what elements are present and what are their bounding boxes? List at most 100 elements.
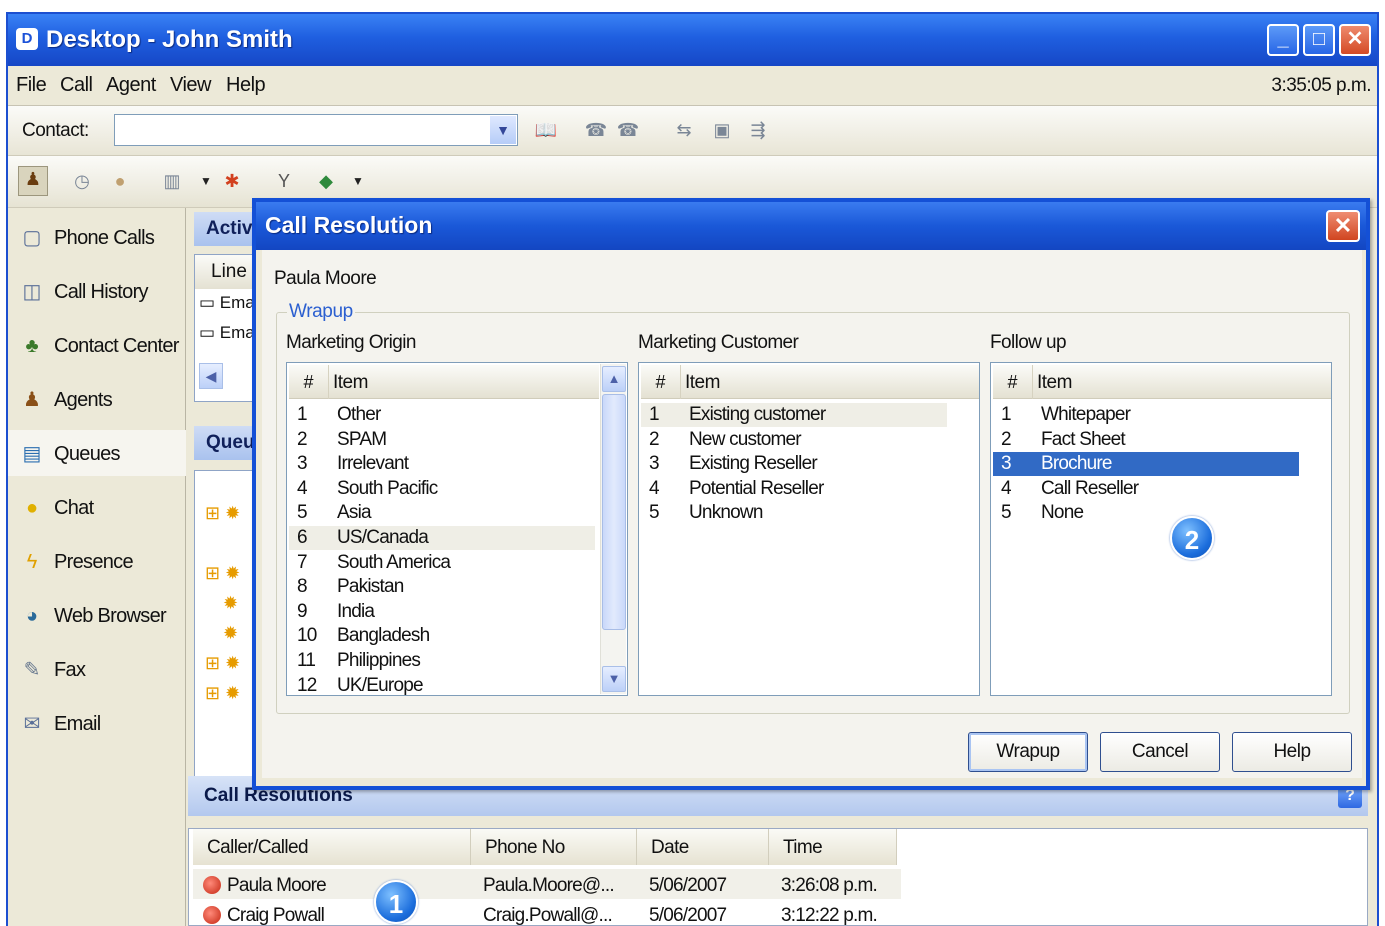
sidebar-item-presence[interactable]: ϟ Presence — [8, 538, 186, 584]
column-header-number[interactable]: # — [641, 365, 681, 399]
vertical-scrollbar[interactable]: ▲ ▼ — [600, 364, 626, 694]
item-label: Asia — [337, 502, 372, 524]
list-item[interactable]: 5 Asia — [289, 501, 595, 525]
list-item[interactable]: 3 Brochure — [993, 452, 1299, 477]
layout-icon[interactable]: ▥ — [160, 169, 184, 193]
tree-node[interactable]: ✹ — [223, 623, 238, 644]
queue-action-icon[interactable]: ◆ — [314, 169, 338, 193]
column-header-date[interactable]: Date — [637, 829, 769, 865]
dialog-close-button[interactable]: ✕ — [1326, 210, 1360, 242]
close-button[interactable]: ✕ — [1339, 24, 1371, 56]
column-header-item[interactable]: Item — [333, 372, 368, 394]
list-item[interactable]: ▭ Ema — [199, 323, 255, 343]
item-label: Existing Reseller — [689, 453, 818, 475]
sidebar-item-queues[interactable]: ▤ Queues — [8, 430, 186, 476]
chevron-down-icon[interactable]: ▼ — [490, 116, 516, 144]
list-item[interactable]: 8 Pakistan — [289, 575, 595, 599]
list-item[interactable]: 10 Bangladesh — [289, 624, 595, 648]
wrapup-button[interactable]: Wrapup — [968, 732, 1088, 772]
scroll-up-arrow[interactable]: ▲ — [602, 366, 626, 392]
list-header: # Item — [289, 365, 599, 399]
help-button[interactable]: Help — [1232, 732, 1352, 772]
list-item[interactable]: 11 Philippines — [289, 649, 595, 673]
transfer-icon[interactable]: ⇆ — [672, 118, 696, 142]
menu-file[interactable]: File — [16, 74, 47, 97]
hold-icon[interactable]: ▣ — [710, 118, 734, 142]
clock-icon[interactable]: ◷ — [70, 169, 94, 193]
follow-up-list[interactable]: # Item 1 Whitepaper 2 Fact Sheet 3 Brochure 4 C… — [990, 362, 1332, 696]
item-label: South Pacific — [337, 477, 438, 499]
column-header-item[interactable]: Item — [685, 372, 720, 394]
chevron-down-icon[interactable]: ▼ — [346, 169, 370, 193]
sidebar-item-label: Agents — [54, 389, 113, 411]
item-number: 3 — [297, 453, 308, 475]
item-number: 3 — [649, 453, 660, 475]
sidebar-item-fax[interactable]: ✎ Fax — [8, 646, 186, 692]
list-item[interactable]: 2 SPAM — [289, 428, 595, 452]
filter-icon[interactable]: Y — [272, 169, 296, 193]
tree-node[interactable]: ⊞ ✹ — [205, 503, 240, 524]
sidebar-item-email[interactable]: ✉ Email — [8, 700, 186, 746]
sidebar-item-agents[interactable]: ♟ Agents — [8, 376, 186, 422]
sidebar-item-contact-center[interactable]: ♣ Contact Center — [8, 322, 186, 368]
scroll-left-arrow[interactable]: ◀ — [199, 363, 223, 389]
conference-icon[interactable]: ⇶ — [746, 118, 770, 142]
scroll-down-arrow[interactable]: ▼ — [602, 666, 626, 692]
list-item[interactable]: 6 US/Canada — [289, 526, 595, 550]
dial-icon[interactable]: ☎ — [584, 118, 608, 142]
maximize-button[interactable]: □ — [1303, 24, 1335, 56]
list-item[interactable]: 4 Potential Reseller — [641, 477, 947, 501]
list-item[interactable]: 7 South America — [289, 551, 595, 575]
sidebar-item-phone-calls[interactable]: ▢ Phone Calls — [8, 214, 186, 260]
list-item[interactable]: 3 Irrelevant — [289, 452, 595, 476]
sidebar-item-chat[interactable]: ● Chat — [8, 484, 186, 530]
marketing-origin-list[interactable]: # Item ▲ ▼ 1 Other 2 SPAM 3 Irrelevant 4 South … — [286, 362, 628, 696]
list-item[interactable]: 3 Existing Reseller — [641, 452, 947, 476]
menu-call[interactable]: Call — [60, 74, 93, 97]
sidebar-item-call-history[interactable]: ◫ Call History — [8, 268, 186, 314]
list-item[interactable]: 1 Existing customer — [641, 403, 947, 427]
column-header-time[interactable]: Time — [769, 829, 897, 865]
list-item[interactable]: 9 India — [289, 600, 595, 624]
dialog-title-bar[interactable]: Call Resolution ✕ — [256, 202, 1366, 250]
window-title-bar[interactable]: D Desktop - John Smith _ □ ✕ — [8, 14, 1377, 66]
tree-node[interactable]: ⊞ ✹ — [205, 683, 240, 704]
list-item[interactable]: 12 UK/Europe — [289, 674, 595, 695]
list-item[interactable]: 1 Whitepaper — [993, 403, 1299, 427]
address-book-icon[interactable]: 📖 — [534, 118, 558, 142]
column-header-caller[interactable]: Caller/Called — [193, 829, 471, 865]
list-item[interactable]: 5 Unknown — [641, 501, 947, 525]
menu-help[interactable]: Help — [226, 74, 266, 97]
list-item[interactable]: 2 New customer — [641, 428, 947, 452]
list-item[interactable]: 2 Fact Sheet — [993, 428, 1299, 452]
sidebar-item-web-browser[interactable]: ◕ Web Browser — [8, 592, 186, 638]
list-item[interactable]: 1 Other — [289, 403, 595, 427]
column-header-number[interactable]: # — [993, 365, 1033, 399]
chevron-down-icon[interactable]: ▼ — [194, 169, 218, 193]
clock: 3:35:05 p.m. — [1271, 75, 1371, 96]
column-header-phone[interactable]: Phone No — [471, 829, 637, 865]
tree-node[interactable]: ⊞ ✹ — [205, 653, 240, 674]
menu-view[interactable]: View — [170, 74, 212, 97]
marketing-customer-list[interactable]: # Item 1 Existing customer 2 New customer 3 E… — [638, 362, 980, 696]
call-resolutions-table[interactable]: Caller/Called Phone No Date Time Paula M… — [188, 828, 1368, 926]
break-icon[interactable]: ● — [108, 169, 132, 193]
item-number: 4 — [297, 477, 308, 499]
cancel-button[interactable]: Cancel — [1100, 732, 1220, 772]
contact-combo[interactable]: ▼ — [114, 114, 518, 146]
hangup-icon[interactable]: ☎ — [616, 118, 640, 142]
list-item[interactable]: ▭ Ema — [199, 293, 255, 313]
call-icon[interactable]: ✱ — [220, 169, 244, 193]
tree-node[interactable]: ✹ — [223, 593, 238, 614]
list-item[interactable]: 5 None — [993, 501, 1299, 525]
column-header-item[interactable]: Item — [1037, 372, 1072, 394]
minimize-button[interactable]: _ — [1267, 24, 1299, 56]
column-header-number[interactable]: # — [289, 365, 329, 399]
scroll-thumb[interactable] — [602, 394, 626, 630]
sidebar: ▢ Phone Calls ◫ Call History ♣ Contact C… — [8, 208, 186, 926]
agent-status-icon[interactable]: ♟ — [18, 166, 48, 196]
list-item[interactable]: 4 Call Reseller — [993, 477, 1299, 501]
tree-node[interactable]: ⊞ ✹ — [205, 563, 240, 584]
list-item[interactable]: 4 South Pacific — [289, 477, 595, 501]
menu-agent[interactable]: Agent — [106, 74, 156, 97]
